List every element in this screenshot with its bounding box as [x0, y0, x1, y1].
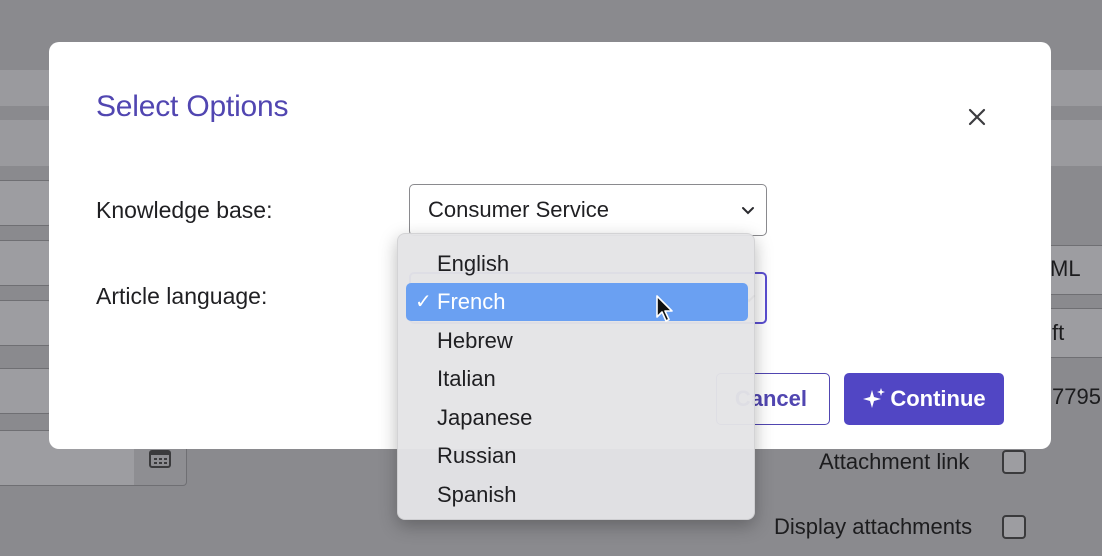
bg-field: [0, 180, 52, 226]
article-language-label: Article language:: [96, 283, 268, 309]
continue-label: Continue: [890, 386, 986, 411]
mouse-cursor-icon: [656, 295, 673, 322]
option-spanish[interactable]: Spanish: [406, 476, 748, 514]
dialog-title: Select Options: [96, 90, 289, 123]
bg-field: [0, 240, 52, 286]
attachment-link-label: Attachment link: [819, 449, 970, 474]
option-label: Spanish: [437, 482, 517, 507]
close-icon: [968, 108, 986, 126]
knowledge-base-select[interactable]: Consumer Service: [409, 184, 767, 236]
option-hebrew[interactable]: Hebrew: [406, 322, 748, 360]
option-label: Japanese: [437, 405, 533, 430]
checkmark-icon: ✓: [415, 291, 432, 313]
bg-right-text: 7795: [1052, 384, 1101, 409]
knowledge-base-label: Knowledge base:: [96, 197, 273, 223]
bg-right-text: ft: [1052, 320, 1065, 345]
option-label: Russian: [437, 443, 517, 468]
option-label: Italian: [437, 366, 496, 391]
attachment-link-checkbox[interactable]: [1002, 450, 1026, 474]
sparkle-icon: [863, 388, 886, 408]
option-label: English: [437, 251, 510, 276]
option-russian[interactable]: Russian: [406, 437, 748, 475]
continue-button[interactable]: Continue: [844, 373, 1004, 425]
display-attachments-checkbox[interactable]: [1002, 515, 1026, 539]
bg-field: [0, 300, 52, 346]
option-label: French: [437, 289, 506, 314]
article-language-dropdown: English ✓ French Hebrew Italian Japanese…: [397, 233, 755, 520]
option-italian[interactable]: Italian: [406, 360, 748, 398]
bg-field: [0, 368, 52, 414]
knowledge-base-value: Consumer Service: [428, 197, 609, 222]
option-french[interactable]: ✓ French: [406, 283, 748, 321]
option-japanese[interactable]: Japanese: [406, 399, 748, 437]
close-button[interactable]: [960, 100, 994, 134]
option-label: Hebrew: [437, 328, 513, 353]
display-attachments-label: Display attachments: [774, 514, 973, 539]
option-english[interactable]: English: [406, 245, 748, 283]
chevron-down-icon: [742, 207, 754, 215]
bg-right-text: ML: [1050, 256, 1081, 281]
